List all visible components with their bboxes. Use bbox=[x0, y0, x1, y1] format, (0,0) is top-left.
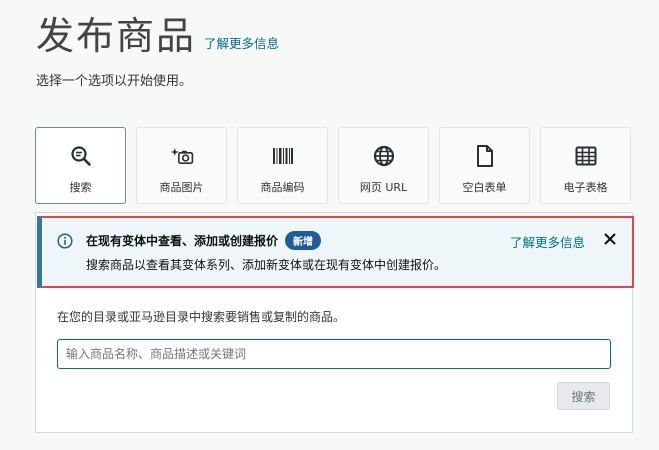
spreadsheet-icon bbox=[574, 144, 598, 168]
option-spreadsheet[interactable]: 电子表格 bbox=[540, 127, 631, 204]
listing-options: 搜索 商品图片 商品编码 网页 URL 空白表单 电子表格 bbox=[35, 127, 631, 204]
info-alert: 在现有变体中查看、添加或创建报价 新增 搜索商品以查看其变体系列、添加新变体或在… bbox=[37, 216, 634, 288]
blank-document-icon bbox=[473, 144, 497, 168]
option-product-code[interactable]: 商品编码 bbox=[237, 127, 328, 204]
option-search[interactable]: 搜索 bbox=[35, 127, 126, 204]
search-button[interactable]: 搜索 bbox=[557, 382, 610, 410]
option-web-url[interactable]: 网页 URL bbox=[338, 127, 429, 204]
option-label: 空白表单 bbox=[462, 181, 507, 194]
camera-sparkle-icon bbox=[170, 144, 194, 168]
search-icon bbox=[69, 144, 93, 168]
close-icon[interactable] bbox=[603, 231, 617, 250]
page-title: 发布商品 bbox=[36, 14, 197, 58]
page-subtitle: 选择一个选项以开始使用。 bbox=[36, 74, 193, 89]
option-blank-form[interactable]: 空白表单 bbox=[439, 127, 530, 204]
info-icon bbox=[57, 233, 73, 253]
globe-icon bbox=[372, 144, 396, 168]
alert-title: 在现有变体中查看、添加或创建报价 bbox=[86, 234, 279, 248]
option-label: 搜索 bbox=[69, 181, 92, 194]
option-label: 商品图片 bbox=[159, 181, 204, 194]
option-product-image[interactable]: 商品图片 bbox=[136, 127, 227, 204]
alert-body: 搜索商品以查看其变体系列、添加新变体或在现有变体中创建报价。 bbox=[86, 258, 447, 272]
alert-learn-more-link[interactable]: 了解更多信息 bbox=[510, 232, 585, 251]
search-prompt: 在您的目录或亚马逊目录中搜索要销售或复制的商品。 bbox=[57, 310, 346, 324]
option-label: 商品编码 bbox=[260, 181, 305, 194]
learn-more-link[interactable]: 了解更多信息 bbox=[204, 33, 279, 52]
new-badge: 新增 bbox=[285, 231, 322, 250]
search-input[interactable] bbox=[57, 339, 611, 369]
page-header: 发布商品 了解更多信息 bbox=[36, 14, 279, 58]
option-label: 电子表格 bbox=[563, 181, 608, 194]
option-label: 网页 URL bbox=[359, 181, 408, 194]
alert-title-row: 在现有变体中查看、添加或创建报价 新增 bbox=[86, 231, 322, 250]
barcode-icon bbox=[271, 144, 295, 168]
